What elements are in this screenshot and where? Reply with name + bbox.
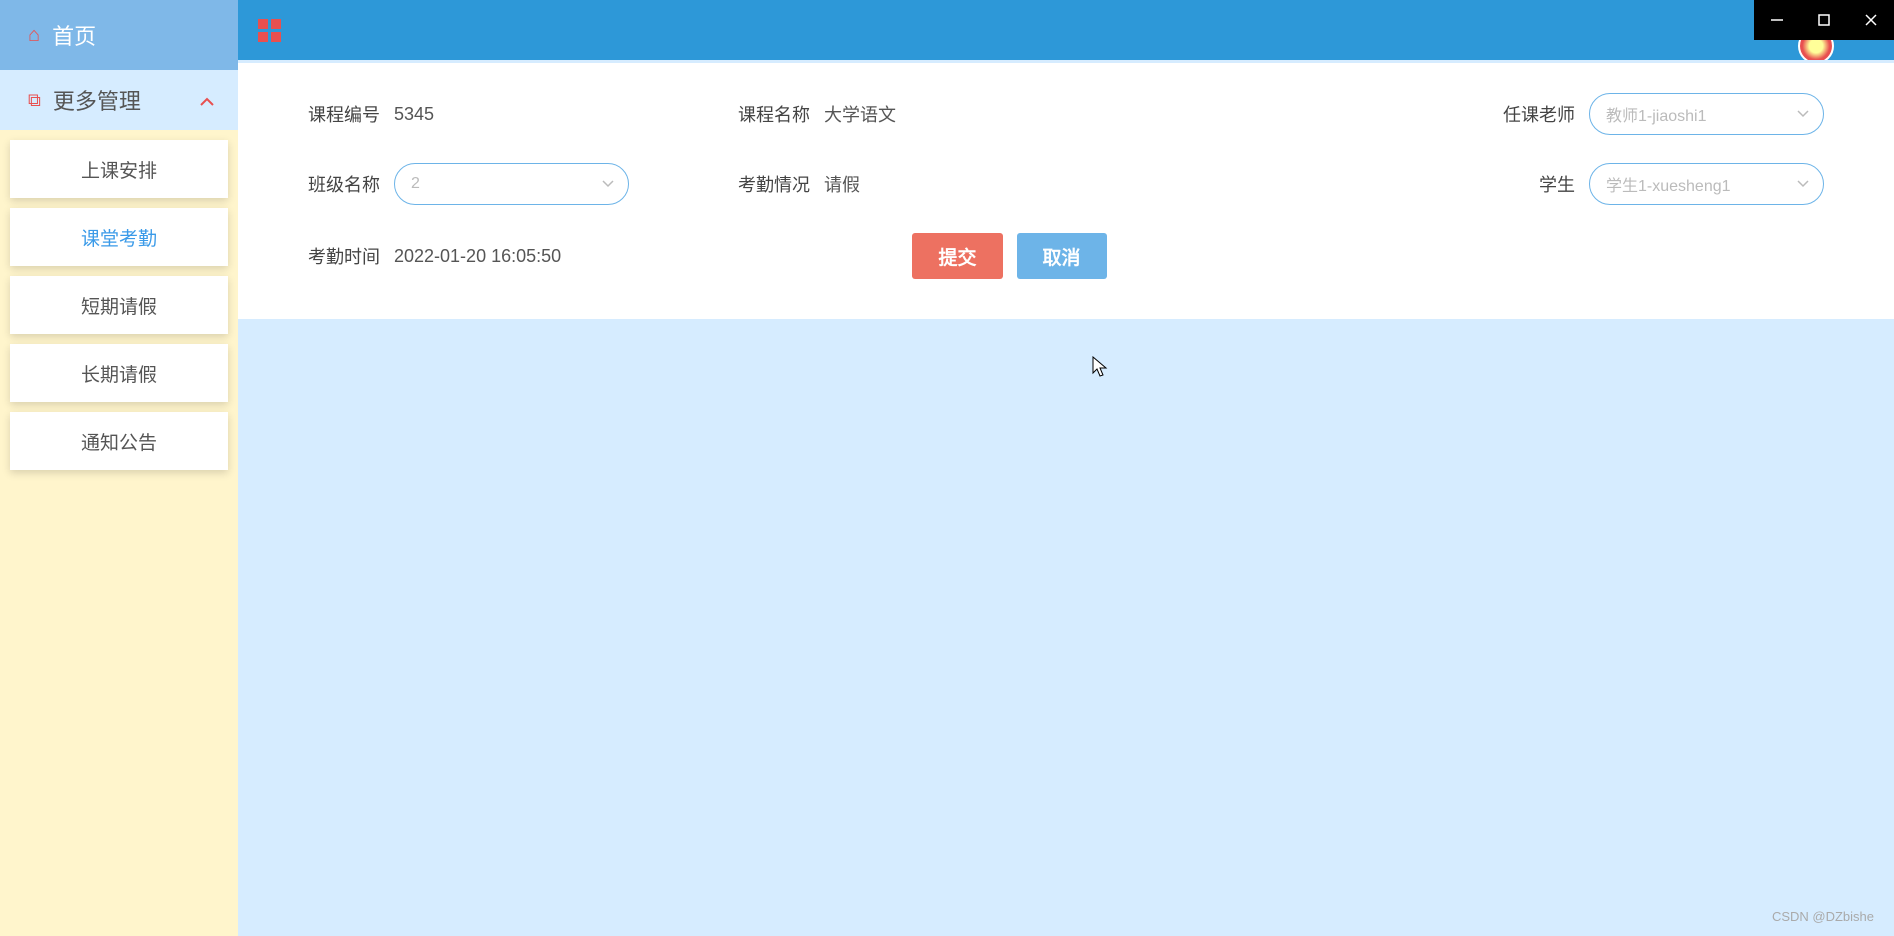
time-value: 2022-01-20 16:05:50 [394, 246, 561, 267]
attendance-value: 请假 [824, 171, 860, 197]
time-label: 考勤时间 [308, 243, 380, 269]
sidebar-section-label: 更多管理 [53, 84, 141, 116]
sidebar-section-more[interactable]: ⧉ 更多管理 [0, 70, 238, 130]
cancel-button[interactable]: 取消 [1017, 233, 1107, 279]
copy-icon: ⧉ [28, 90, 41, 111]
student-select[interactable]: 学生1-xuesheng1 [1589, 163, 1824, 205]
sidebar-item-long-leave[interactable]: 长期请假 [10, 344, 228, 402]
sidebar-item-label: 课堂考勤 [81, 224, 157, 251]
sidebar-item-schedule[interactable]: 上课安排 [10, 140, 228, 198]
teacher-select[interactable]: 教师1-jiaoshi1 [1589, 93, 1824, 135]
class-label: 班级名称 [308, 171, 380, 197]
sidebar-item-label: 长期请假 [81, 360, 157, 387]
main-content: 课程编号 5345 课程名称 大学语文 任课老师 教师1-jiaoshi1 班级… [238, 60, 1894, 936]
home-icon: ⌂ [28, 24, 40, 47]
sidebar-item-announcements[interactable]: 通知公告 [10, 412, 228, 470]
sidebar-item-label: 上课安排 [81, 156, 157, 183]
sidebar-home[interactable]: ⌂ 首页 [0, 0, 238, 70]
course-name-label: 课程名称 [738, 101, 810, 127]
chevron-down-icon [1797, 105, 1809, 123]
watermark: CSDN @DZbishe [1772, 909, 1874, 924]
sidebar-item-attendance[interactable]: 课堂考勤 [10, 208, 228, 266]
topbar [238, 0, 1894, 60]
window-maximize-button[interactable] [1801, 0, 1848, 40]
teacher-label: 任课老师 [1503, 101, 1575, 127]
student-select-value: 学生1-xuesheng1 [1606, 172, 1731, 196]
sidebar: ⌂ 首页 ⧉ 更多管理 上课安排 课堂考勤 短期请假 长期请假 通知公告 [0, 0, 238, 936]
class-select[interactable]: 2 [394, 163, 629, 205]
course-id-value: 5345 [394, 104, 434, 125]
window-minimize-button[interactable] [1754, 0, 1801, 40]
student-label: 学生 [1539, 171, 1575, 197]
sidebar-item-label: 短期请假 [81, 292, 157, 319]
chevron-up-icon [200, 87, 214, 113]
sidebar-item-short-leave[interactable]: 短期请假 [10, 276, 228, 334]
chevron-down-icon [602, 175, 614, 193]
form-panel: 课程编号 5345 课程名称 大学语文 任课老师 教师1-jiaoshi1 班级… [238, 63, 1894, 319]
sidebar-menu: 上课安排 课堂考勤 短期请假 长期请假 通知公告 [0, 130, 238, 470]
teacher-select-value: 教师1-jiaoshi1 [1606, 102, 1707, 126]
course-name-value: 大学语文 [824, 101, 896, 127]
chevron-down-icon [1797, 175, 1809, 193]
submit-button[interactable]: 提交 [912, 233, 1002, 279]
sidebar-home-label: 首页 [52, 19, 96, 51]
apps-grid-icon[interactable] [258, 19, 281, 42]
window-close-button[interactable] [1847, 0, 1894, 40]
attendance-label: 考勤情况 [738, 171, 810, 197]
sidebar-item-label: 通知公告 [81, 428, 157, 455]
window-titlebar [1754, 0, 1894, 40]
course-id-label: 课程编号 [308, 101, 380, 127]
class-select-value: 2 [411, 175, 420, 193]
